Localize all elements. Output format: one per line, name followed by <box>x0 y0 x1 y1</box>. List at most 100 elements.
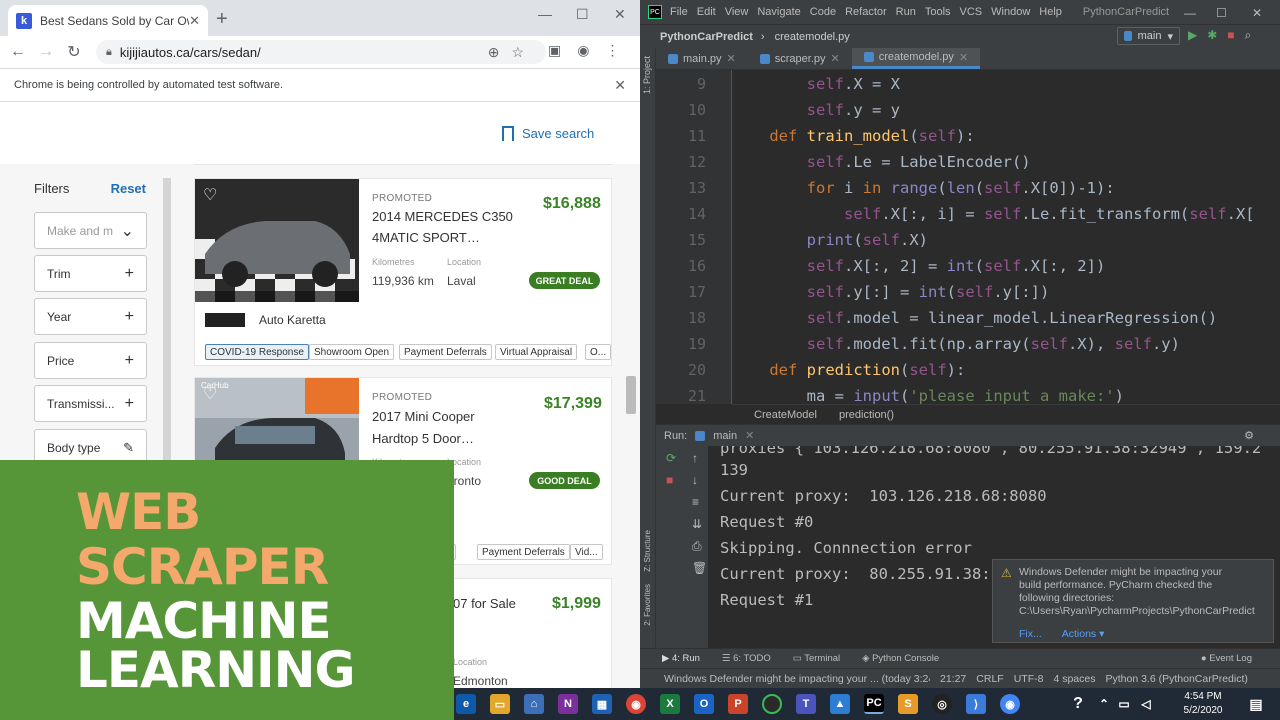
code-editor[interactable]: self.X = X self.y = y def train_model(se… <box>732 70 1280 404</box>
crumb-class[interactable]: CreateModel <box>754 409 817 421</box>
chip-payment[interactable]: Payment Deferrals <box>399 344 492 360</box>
listing-title-line2[interactable]: 4MATIC SPORT… <box>372 227 480 248</box>
tray-chevron-icon[interactable]: ⌃ <box>1094 694 1114 714</box>
maximize-icon[interactable]: ☐ <box>576 6 589 23</box>
chip-showroom[interactable]: Showroom Open <box>309 344 395 360</box>
tool-python-console-tab[interactable]: ◈ Python Console <box>862 653 939 664</box>
menu-window[interactable]: Window <box>991 6 1030 18</box>
close-infobar-icon[interactable]: ✕ <box>614 77 626 94</box>
generic-app-icon[interactable]: ▦ <box>592 694 612 714</box>
xbox-icon[interactable] <box>762 694 782 714</box>
browser-tab[interactable]: k Best Sedans Sold by Car Owners ✕ <box>8 5 208 36</box>
favorite-heart-icon[interactable]: ♡ <box>203 384 217 404</box>
event-log-tab[interactable]: ● Event Log <box>1201 653 1252 664</box>
tool-terminal-tab[interactable]: ▭ Terminal <box>793 653 840 664</box>
menu-icon[interactable]: ⋮ <box>605 42 619 59</box>
close-window-icon[interactable]: ✕ <box>614 6 626 23</box>
chip-appraisal[interactable]: Virtual Appraisal <box>495 344 578 360</box>
new-tab-icon[interactable]: + <box>216 8 228 31</box>
menu-code[interactable]: Code <box>810 6 836 18</box>
listing-title-line1[interactable]: 2017 Mini Cooper <box>372 406 475 427</box>
debug-icon[interactable]: ✱ <box>1207 28 1217 43</box>
rerun-icon[interactable]: ⟳ <box>666 451 676 465</box>
stop-run-icon[interactable]: ■ <box>666 473 673 487</box>
reset-link[interactable]: Reset <box>111 181 146 196</box>
menu-refactor[interactable]: Refactor <box>845 6 887 18</box>
taskbar-clock[interactable]: 4:54 PM 5/2/2020 <box>1180 690 1226 718</box>
up-arrow-icon[interactable]: ↑ <box>692 451 698 465</box>
teams-icon[interactable]: T <box>796 694 816 714</box>
sublime-icon[interactable]: S <box>898 694 918 714</box>
filter-trim[interactable]: Trim + <box>34 255 147 292</box>
status-line-ending[interactable]: CRLF <box>976 673 1003 685</box>
soft-wrap-icon[interactable]: ≡ <box>692 495 699 509</box>
chip-covid[interactable]: COVID-19 Response <box>205 344 309 360</box>
extension-icon[interactable]: ▣ <box>548 42 561 59</box>
menu-navigate[interactable]: Navigate <box>757 6 800 18</box>
filter-transmission[interactable]: Transmissi... + <box>34 385 147 422</box>
chrome-icon[interactable]: ◉ <box>626 694 646 714</box>
settings-gear-icon[interactable]: ⚙ <box>1244 429 1254 442</box>
fix-link[interactable]: Fix... <box>1019 628 1042 641</box>
volume-icon[interactable]: ◁ <box>1136 694 1156 714</box>
listing-title-line2[interactable]: Hardtop 5 Door… <box>372 428 474 449</box>
file-explorer-icon[interactable]: ▭ <box>490 694 510 714</box>
listing-photo[interactable]: ♡ <box>195 179 359 302</box>
vscode-icon[interactable]: ⟩ <box>966 694 986 714</box>
favorite-heart-icon[interactable]: ♡ <box>203 185 217 205</box>
breadcrumb-project[interactable]: PythonCarPredict <box>660 31 753 43</box>
status-indent[interactable]: 4 spaces <box>1053 673 1095 685</box>
run-icon[interactable]: ▶ <box>1188 28 1197 43</box>
back-icon[interactable]: ← <box>4 43 32 61</box>
chrome-alt-icon[interactable]: ◉ <box>1000 694 1020 714</box>
scroll-to-end-icon[interactable]: ⇊ <box>692 517 702 531</box>
edge-icon[interactable]: e <box>456 694 476 714</box>
ide-close-icon[interactable]: ✕ <box>1252 6 1262 20</box>
help-icon[interactable]: ? <box>1068 694 1088 714</box>
chip-payment[interactable]: Payment Deferrals <box>477 544 570 560</box>
print-icon[interactable]: ⎙ <box>692 539 702 554</box>
crumb-method[interactable]: prediction() <box>839 409 894 421</box>
stop-icon[interactable]: ■ <box>1227 28 1234 43</box>
tool-todo-tab[interactable]: ☰ 6: TODO <box>722 653 771 664</box>
search-icon[interactable]: ⌕ <box>1245 28 1252 43</box>
favorites-tool-label[interactable]: 2: Favorites <box>643 584 652 626</box>
save-search-button[interactable]: Save search <box>502 126 594 141</box>
tool-run-tab[interactable]: ▶ 4: Run <box>662 653 700 664</box>
reload-icon[interactable]: ↻ <box>60 42 88 62</box>
chip-more[interactable]: Vid... <box>570 544 603 560</box>
menu-edit[interactable]: Edit <box>697 6 716 18</box>
listing-card-mercedes[interactable]: ♡ PROMOTED 2014 MERCEDES C350 4MATIC SPO… <box>194 178 612 366</box>
project-tool-label[interactable]: 1: Project <box>642 56 652 94</box>
menu-vcs[interactable]: VCS <box>960 6 983 18</box>
status-encoding[interactable]: UTF-8 <box>1014 673 1044 685</box>
omnibox-icons[interactable]: ⊕☆ <box>488 44 536 61</box>
pycharm-taskbar-icon[interactable]: PC <box>864 694 884 714</box>
chip-more[interactable]: O... <box>585 344 612 360</box>
ide-maximize-icon[interactable]: ☐ <box>1216 6 1227 20</box>
outlook-icon[interactable]: O <box>694 694 714 714</box>
filter-year[interactable]: Year + <box>34 298 147 335</box>
menu-file[interactable]: File <box>670 6 688 18</box>
status-interpreter[interactable]: Python 3.6 (PythonCarPredict) <box>1105 673 1247 685</box>
run-config-selector[interactable]: main ▾ <box>1117 27 1180 45</box>
listing-title-line1[interactable]: 2014 MERCEDES C350 <box>372 206 513 227</box>
tab-scraper-py[interactable]: scraper.py ✕ <box>748 48 852 69</box>
breadcrumb-file[interactable]: createmodel.py <box>775 31 850 43</box>
listing-title-line1[interactable]: 07 for Sale <box>453 593 516 614</box>
status-message[interactable]: Windows Defender might be impacting your… <box>664 673 930 685</box>
filter-scrollbar[interactable] <box>163 178 171 468</box>
close-run-tab-icon[interactable]: ✕ <box>745 429 754 442</box>
filter-price[interactable]: Price + <box>34 342 147 379</box>
tab-main-py[interactable]: main.py ✕ <box>656 48 748 69</box>
store-icon[interactable]: ⌂ <box>524 694 544 714</box>
trash-icon[interactable]: 🗑︎ <box>692 561 707 575</box>
address-bar[interactable]: 🔒︎ kijijiautos.ca/cars/sedan/ ⊕☆ <box>96 40 546 64</box>
obs-icon[interactable]: ◎ <box>932 694 952 714</box>
onenote-icon[interactable]: N <box>558 694 578 714</box>
menu-tools[interactable]: Tools <box>925 6 951 18</box>
powerpoint-icon[interactable]: P <box>728 694 748 714</box>
status-position[interactable]: 21:27 <box>940 673 966 685</box>
actions-link[interactable]: Actions ▾ <box>1062 628 1105 641</box>
tab-createmodel-py[interactable]: createmodel.py ✕ <box>851 48 981 69</box>
